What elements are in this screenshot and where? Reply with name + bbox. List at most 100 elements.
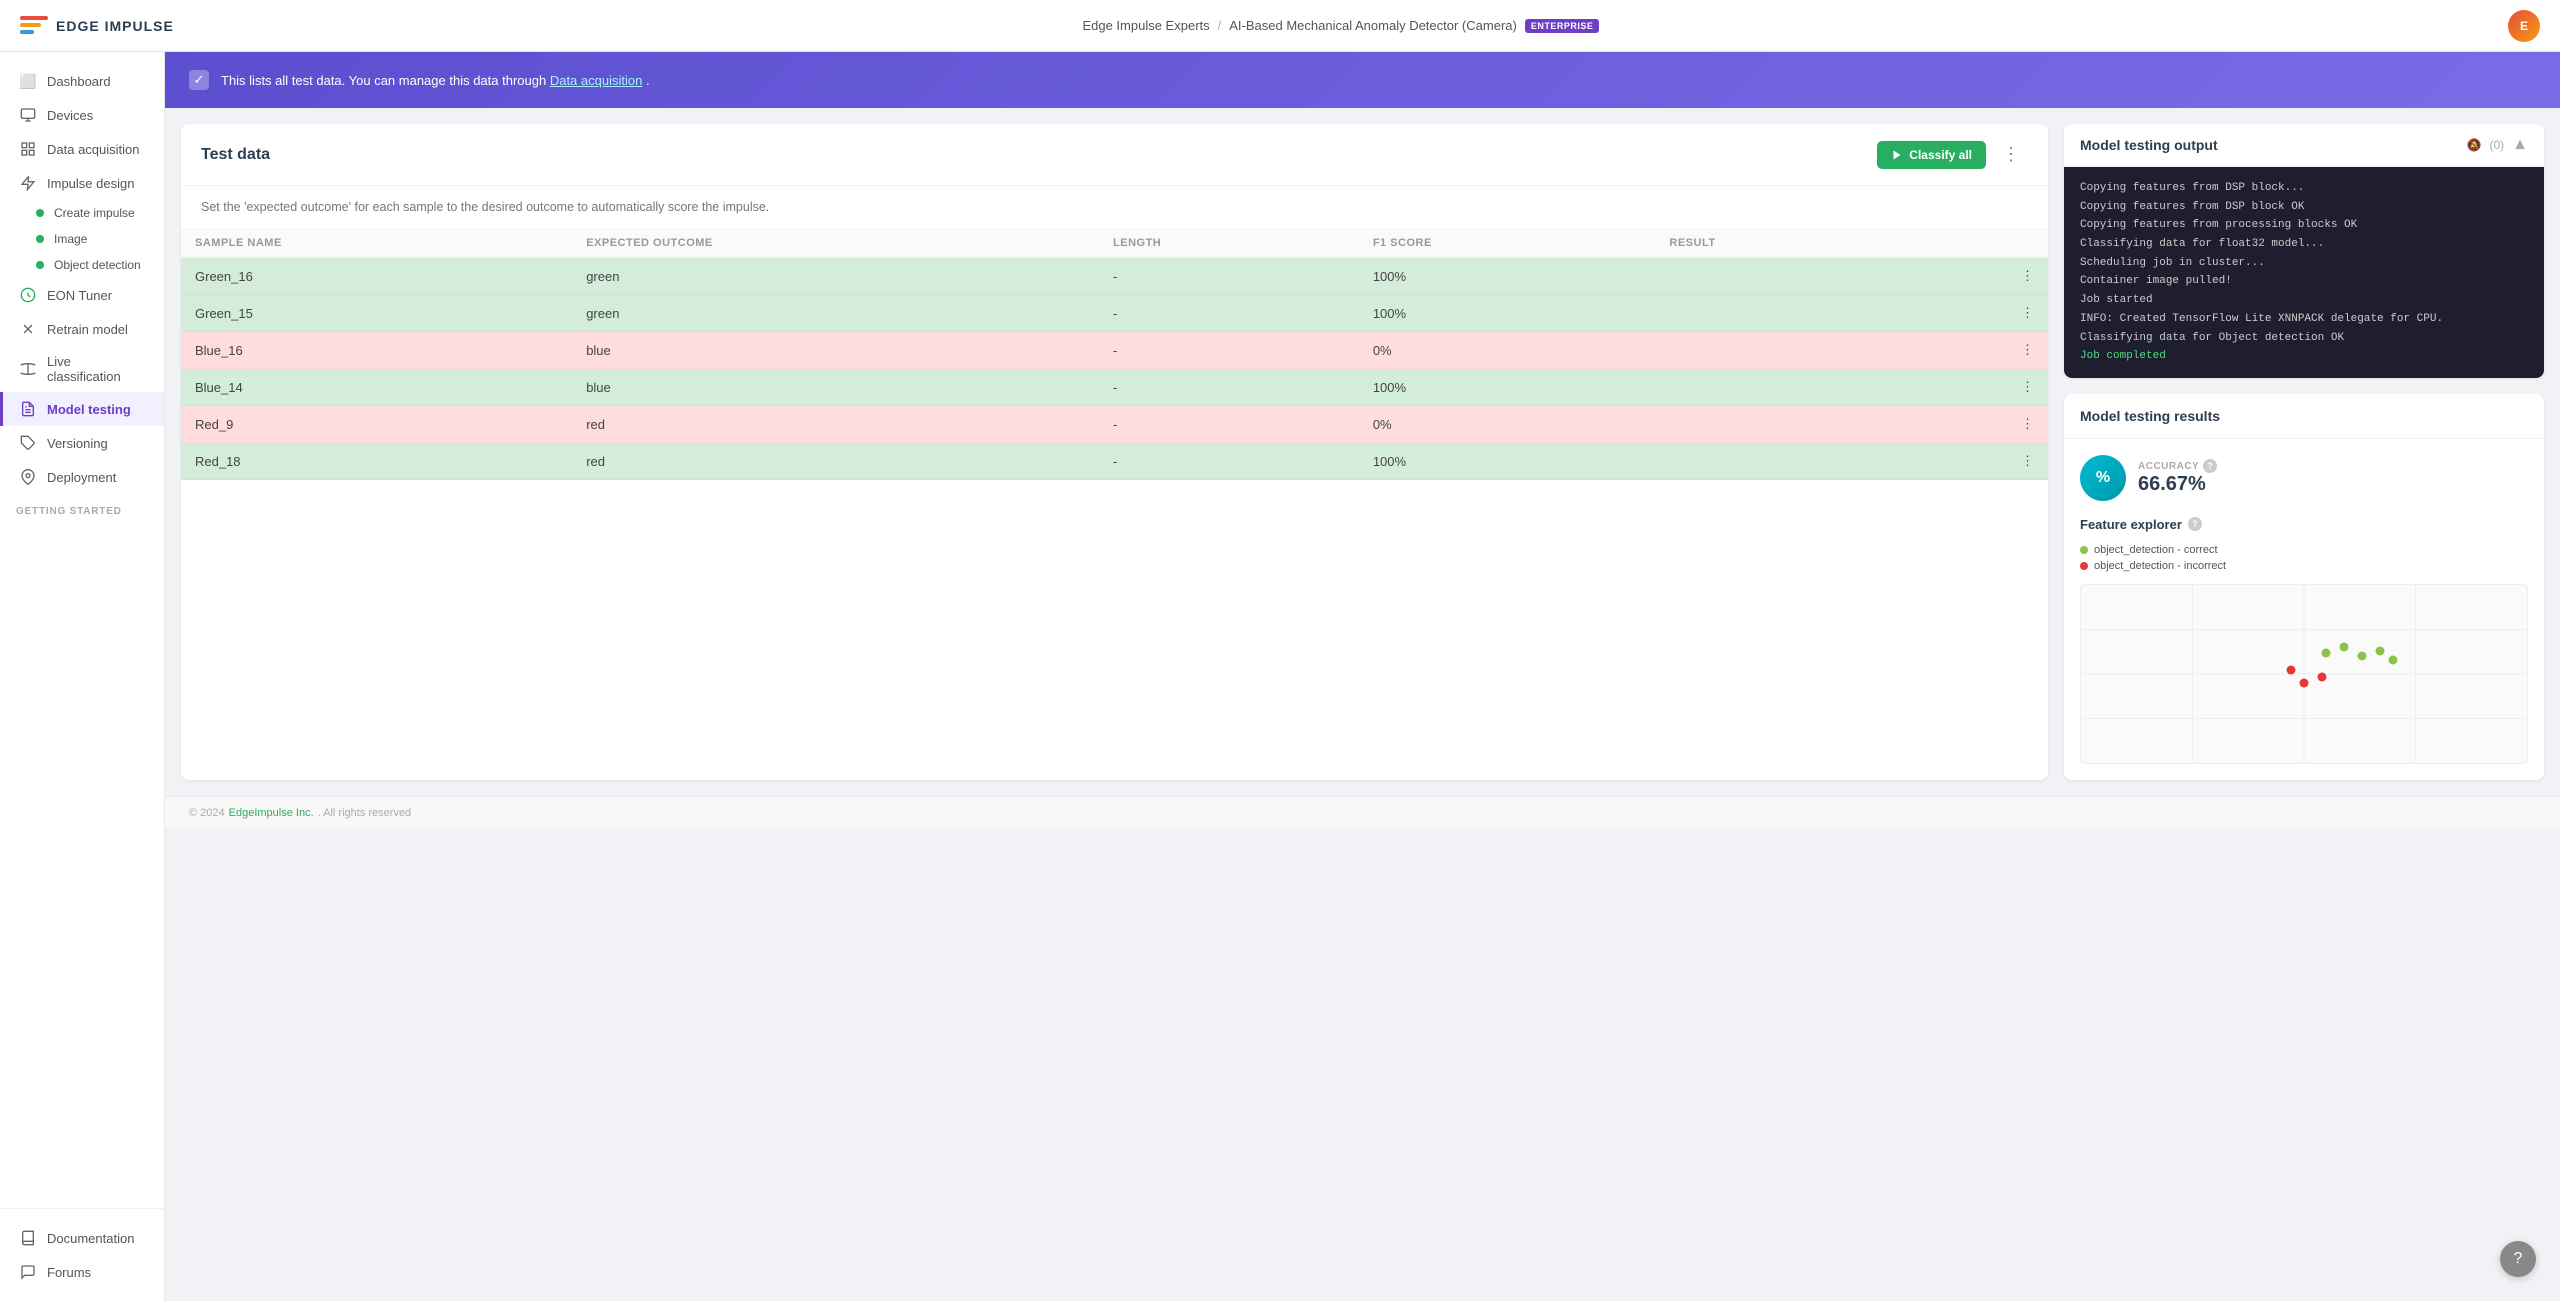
sidebar-item-label: Dashboard [47, 74, 111, 89]
content-panels: Test data Classify all ⋮ Set the 'expect… [165, 108, 2560, 796]
dot-create-impulse [36, 209, 44, 217]
legend-label-correct: object_detection - correct [2094, 544, 2218, 556]
deployment-icon [19, 468, 37, 486]
log-line: Job completed [2080, 347, 2528, 366]
retrain-icon [19, 320, 37, 338]
row-action-menu[interactable]: ⋮ [1908, 258, 2048, 295]
feature-explorer-label: Feature explorer ? [2080, 517, 2528, 532]
row-action-menu[interactable]: ⋮ [1908, 332, 2048, 369]
sidebar-footer: Documentation Forums [0, 1208, 164, 1301]
sidebar-item-model-testing[interactable]: Model testing [0, 392, 164, 426]
results-title: Model testing results [2064, 394, 2544, 439]
sidebar-label-eon: EON Tuner [47, 288, 112, 303]
sidebar-item-eon-tuner[interactable]: EON Tuner [0, 278, 164, 312]
play-icon [1891, 149, 1903, 161]
banner-text: This lists all test data. You can manage… [221, 73, 650, 88]
feature-explorer-info-icon[interactable]: ? [2188, 517, 2202, 531]
sidebar-item-documentation[interactable]: Documentation [0, 1221, 164, 1255]
sidebar-label-object-detection: Object detection [54, 258, 141, 272]
model-test-icon [19, 400, 37, 418]
sidebar-item-retrain[interactable]: Retrain model [0, 312, 164, 346]
table-row: Red_9 red - 0% ⋮ [181, 406, 2048, 443]
table-row: Blue_14 blue - 100% ⋮ [181, 369, 2048, 406]
log-line: Scheduling job in cluster... [2080, 254, 2528, 273]
row-action-menu[interactable]: ⋮ [1908, 406, 2048, 443]
docs-icon [19, 1229, 37, 1247]
cell-f1-score: 0% [1359, 406, 1656, 443]
versioning-icon [19, 434, 37, 452]
logo-text: EDGE IMPULSE [56, 18, 174, 34]
sidebar-label-versioning: Versioning [47, 436, 108, 451]
impulse-icon [19, 174, 37, 192]
sidebar-item-dashboard[interactable]: ⬜ Dashboard [0, 64, 164, 98]
row-action-menu[interactable]: ⋮ [1908, 369, 2048, 406]
cell-length: - [1099, 443, 1359, 480]
sidebar-label-impulse: Impulse design [47, 176, 134, 191]
row-action-menu[interactable]: ⋮ [1908, 443, 2048, 480]
test-data-title: Test data [201, 146, 270, 164]
cell-length: - [1099, 295, 1359, 332]
chart-dot [2389, 655, 2398, 664]
log-line: Copying features from DSP block... [2080, 179, 2528, 198]
sidebar-label-devices: Devices [47, 108, 93, 123]
sidebar-item-data-acquisition[interactable]: Data acquisition [0, 132, 164, 166]
breadcrumb-project: AI-Based Mechanical Anomaly Detector (Ca… [1229, 18, 1517, 33]
sidebar-sub-object-detection[interactable]: Object detection [0, 252, 164, 278]
sidebar-item-deployment[interactable]: Deployment [0, 460, 164, 494]
sidebar-label-live-class: Live classification [47, 354, 148, 384]
sidebar-item-versioning[interactable]: Versioning [0, 426, 164, 460]
accuracy-circle: % [2080, 455, 2126, 501]
cell-sample-name: Blue_14 [181, 369, 572, 406]
footer-company-link[interactable]: EdgeImpulse Inc. [229, 807, 314, 819]
more-options-button[interactable]: ⋮ [1994, 140, 2028, 169]
sidebar-item-live-classification[interactable]: Live classification [0, 346, 164, 392]
output-controls: 🔕 (0) ▲ [2467, 136, 2528, 154]
log-line: Container image pulled! [2080, 272, 2528, 291]
collapse-output-button[interactable]: ▲ [2512, 136, 2528, 154]
output-log: Copying features from DSP block...Copyin… [2064, 167, 2544, 378]
sidebar-sub-create-impulse[interactable]: Create impulse [0, 200, 164, 226]
results-body: % ACCURACY ? 66.67% Feature e [2064, 439, 2544, 780]
cell-expected-outcome: green [572, 258, 1099, 295]
row-action-menu[interactable]: ⋮ [1908, 295, 2048, 332]
sidebar-item-impulse-design[interactable]: Impulse design [0, 166, 164, 200]
logo-icon [20, 16, 48, 36]
sidebar-label-create-impulse: Create impulse [54, 206, 135, 220]
sidebar-label-docs: Documentation [47, 1231, 134, 1246]
col-expected-outcome: EXPECTED OUTCOME [572, 229, 1099, 258]
dot-object-detection [36, 261, 44, 269]
sidebar-label-deployment: Deployment [47, 470, 116, 485]
chart-legend: object_detection - correct object_detect… [2080, 544, 2528, 572]
sidebar-item-forums[interactable]: Forums [0, 1255, 164, 1289]
col-sample-name: SAMPLE NAME [181, 229, 572, 258]
legend-dot-incorrect [2080, 562, 2088, 570]
right-panels: Model testing output 🔕 (0) ▲ Copying fea… [2064, 124, 2544, 780]
chart-dot [2340, 643, 2349, 652]
cell-sample-name: Red_18 [181, 443, 572, 480]
col-f1-score: F1 SCORE [1359, 229, 1656, 258]
dashboard-icon: ⬜ [19, 72, 37, 90]
sidebar-label-retrain: Retrain model [47, 322, 128, 337]
sidebar-label-image: Image [54, 232, 87, 246]
test-data-panel: Test data Classify all ⋮ Set the 'expect… [181, 124, 2048, 780]
sidebar-item-devices[interactable]: Devices [0, 98, 164, 132]
cell-length: - [1099, 369, 1359, 406]
model-results-panel: Model testing results % ACCURACY ? [2064, 394, 2544, 780]
notification-count: (0) [2489, 138, 2504, 152]
cell-expected-outcome: blue [572, 332, 1099, 369]
cell-result [1655, 369, 1908, 406]
cell-result [1655, 332, 1908, 369]
cell-result [1655, 258, 1908, 295]
test-data-description: Set the 'expected outcome' for each samp… [181, 186, 2048, 229]
eon-icon [19, 286, 37, 304]
legend-item-correct: object_detection - correct [2080, 544, 2528, 556]
sidebar-sub-image[interactable]: Image [0, 226, 164, 252]
classify-all-button[interactable]: Classify all [1877, 141, 1986, 169]
help-button[interactable]: ? [2500, 1241, 2536, 1277]
log-line: INFO: Created TensorFlow Lite XNNPACK de… [2080, 310, 2528, 329]
log-line: Classifying data for float32 model... [2080, 235, 2528, 254]
cell-sample-name: Green_16 [181, 258, 572, 295]
accuracy-info-icon[interactable]: ? [2203, 459, 2217, 473]
data-acquisition-link[interactable]: Data acquisition [550, 73, 643, 88]
user-avatar[interactable]: E [2508, 10, 2540, 42]
